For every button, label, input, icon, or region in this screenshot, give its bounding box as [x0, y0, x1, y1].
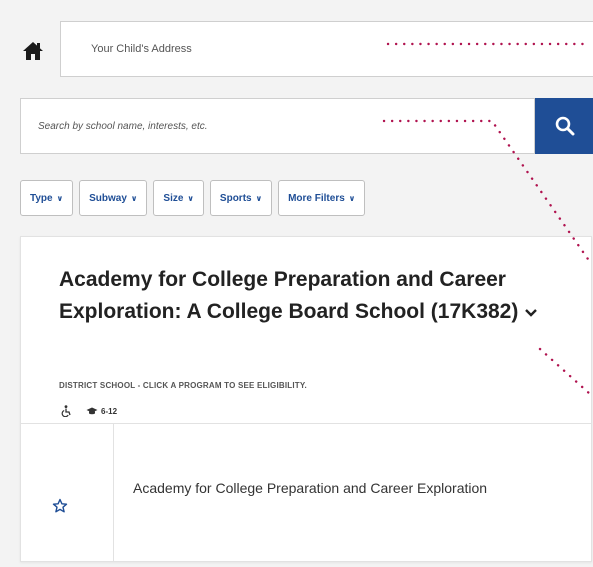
filter-size[interactable]: Size ∨: [153, 180, 204, 216]
school-type-note: DISTRICT SCHOOL - CLICK A PROGRAM TO SEE…: [59, 381, 307, 390]
filter-bar: Type ∨ Subway ∨ Size ∨ Sports ∨ More Filters…: [20, 180, 366, 216]
program-row[interactable]: Academy for College Preparation and Care…: [21, 424, 591, 561]
chevron-down-icon[interactable]: [524, 308, 538, 318]
filter-more[interactable]: More Filters ∨: [278, 180, 366, 216]
grades-label: 6-12: [101, 406, 118, 416]
filter-label: More Filters: [288, 192, 345, 204]
program-divider: [113, 424, 114, 561]
address-input[interactable]: [60, 21, 593, 77]
wheelchair-icon: [61, 405, 71, 417]
star-outline-icon[interactable]: [52, 498, 68, 514]
filter-sports[interactable]: Sports ∨: [209, 180, 273, 216]
filter-label: Size: [163, 192, 184, 204]
search-button[interactable]: [535, 98, 593, 154]
chevron-down-icon: ∨: [348, 193, 356, 203]
filter-label: Subway: [89, 192, 127, 204]
school-card: Academy for College Preparation and Care…: [20, 236, 592, 562]
school-search-input[interactable]: [20, 98, 535, 154]
filter-subway[interactable]: Subway ∨: [79, 180, 148, 216]
search-icon: [555, 116, 575, 136]
chevron-down-icon: ∨: [130, 193, 138, 203]
filter-label: Sports: [219, 192, 252, 204]
school-name: Academy for College Preparation and Care…: [59, 268, 519, 323]
filter-label: Type: [30, 192, 53, 204]
graduation-cap-icon: [86, 407, 98, 415]
grades: 6-12: [86, 407, 117, 416]
chevron-down-icon: ∨: [255, 193, 263, 203]
home-icon: [23, 42, 43, 60]
school-meta: 6-12: [61, 405, 117, 417]
school-title[interactable]: Academy for College Preparation and Care…: [59, 264, 574, 328]
chevron-down-icon: ∨: [187, 193, 194, 203]
program-name[interactable]: Academy for College Preparation and Care…: [133, 474, 533, 503]
chevron-down-icon: ∨: [56, 193, 64, 203]
filter-type[interactable]: Type ∨: [20, 180, 74, 216]
